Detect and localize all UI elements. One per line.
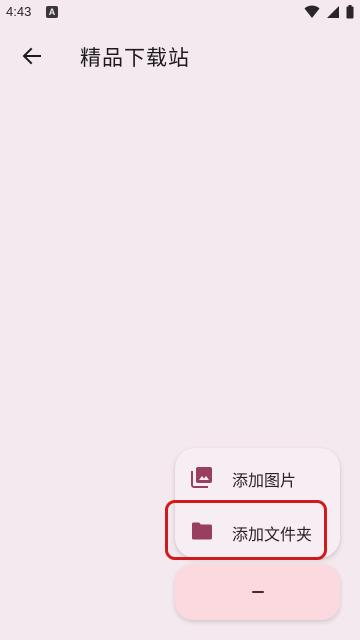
fab-menu: 添加图片 添加文件夹 [175, 448, 340, 558]
fab-close-button[interactable] [175, 564, 340, 620]
folder-icon [192, 522, 212, 540]
add-images-item[interactable]: 添加图片 [175, 450, 340, 502]
minus-icon [251, 591, 264, 593]
notification-icon: A [46, 6, 58, 18]
add-images-label: 添加图片 [232, 471, 297, 490]
arrow-back-icon [22, 47, 41, 65]
signal-icon [327, 6, 339, 18]
status-icons [304, 4, 354, 20]
add-folder-item[interactable]: 添加文件夹 [175, 504, 340, 556]
battery-icon [346, 5, 354, 19]
status-time: 4:43 [6, 4, 32, 19]
status-bar: 4:43 A [0, 0, 360, 26]
page-title: 精品下载站 [80, 46, 190, 70]
back-button[interactable] [12, 36, 52, 76]
wifi-icon [304, 5, 320, 18]
add-folder-label: 添加文件夹 [232, 525, 313, 544]
app-bar: 精品下载站 [0, 26, 360, 86]
images-icon [191, 467, 212, 488]
